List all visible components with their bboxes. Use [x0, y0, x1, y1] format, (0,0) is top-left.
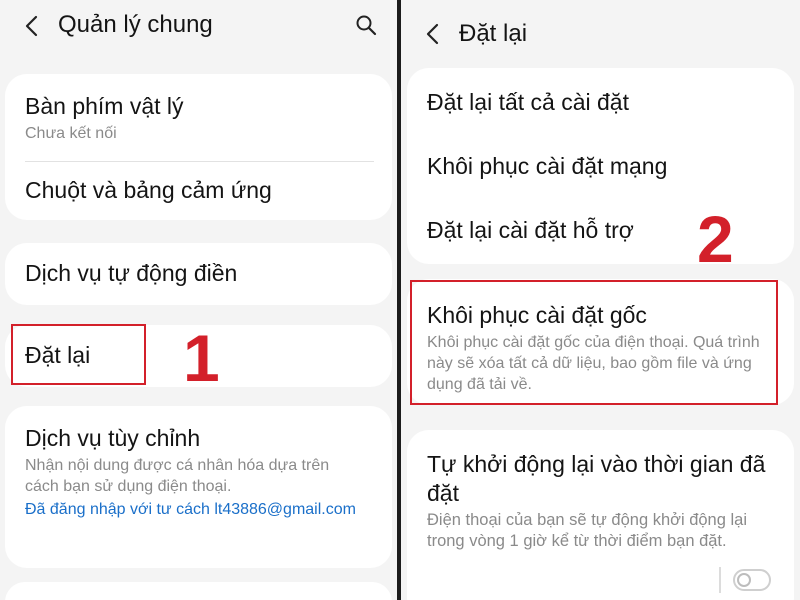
chevron-left-icon[interactable] — [423, 22, 443, 46]
item-subtitle: Chưa kết nối — [25, 125, 117, 142]
chevron-left-icon[interactable] — [22, 14, 42, 38]
list-item-auto-restart[interactable]: Tự khởi động lại vào thời gian đã đặt Đi… — [427, 450, 772, 552]
toggle-knob — [737, 573, 751, 587]
list-item-mouse-trackpad[interactable]: Chuột và bảng cảm ứng — [25, 176, 376, 205]
item-title: Dịch vụ tự động điền — [25, 260, 238, 286]
list-item-autofill[interactable]: Dịch vụ tự động điền — [25, 259, 376, 288]
item-title: Bàn phím vật lý — [25, 93, 184, 119]
divider — [25, 161, 374, 162]
highlight-box-reset — [11, 324, 146, 385]
item-title: Đặt lại tất cả cài đặt — [427, 89, 629, 115]
customization-card: Dịch vụ tùy chỉnh Nhận nội dung được cá … — [5, 406, 392, 568]
right-screen: Đặt lại Đặt lại tất cả cài đặt Khôi phục… — [401, 0, 800, 600]
autofill-card: Dịch vụ tự động điền — [5, 243, 392, 305]
list-item-reset-network[interactable]: Khôi phục cài đặt mạng — [427, 152, 778, 181]
auto-restart-card: Tự khởi động lại vào thời gian đã đặt Đi… — [407, 430, 794, 600]
toggle-separator — [719, 567, 721, 593]
item-subtitle: Điện thoại của bạn sẽ tự động khởi động … — [427, 511, 747, 550]
highlight-box-factory-reset — [410, 280, 778, 405]
item-title: Dịch vụ tùy chỉnh — [25, 425, 201, 451]
list-item-physical-keyboard[interactable]: Bàn phím vật lý Chưa kết nối — [25, 92, 376, 144]
step-number-1: 1 — [183, 321, 220, 395]
next-card — [5, 582, 392, 600]
page-title: Đặt lại — [459, 20, 528, 47]
right-header: Đặt lại — [401, 0, 800, 56]
reset-options-card: Đặt lại tất cả cài đặt Khôi phục cài đặt… — [407, 68, 794, 264]
search-icon[interactable] — [355, 14, 377, 36]
item-title: Chuột và bảng cảm ứng — [25, 177, 272, 203]
page-title: Quản lý chung — [58, 11, 213, 38]
item-title: Khôi phục cài đặt mạng — [427, 153, 668, 179]
list-item-customization[interactable]: Dịch vụ tùy chỉnh Nhận nội dung được cá … — [25, 424, 364, 520]
step-number-2: 2 — [697, 202, 734, 276]
item-title: Tự khởi động lại vào thời gian đã đặt — [427, 451, 766, 506]
item-subtitle: Nhận nội dung được cá nhân hóa dựa trên … — [25, 457, 330, 495]
auto-restart-toggle[interactable] — [733, 569, 771, 591]
account-link[interactable]: Đã đăng nhập với tư cách lt43886@gmail.c… — [25, 499, 364, 520]
keyboard-mouse-card: Bàn phím vật lý Chưa kết nối Chuột và bả… — [5, 74, 392, 220]
left-screen: Quản lý chung Bàn phím vật lý Chưa kết n… — [0, 0, 397, 600]
list-item-reset-all[interactable]: Đặt lại tất cả cài đặt — [427, 88, 778, 117]
left-header: Quản lý chung — [0, 0, 397, 56]
